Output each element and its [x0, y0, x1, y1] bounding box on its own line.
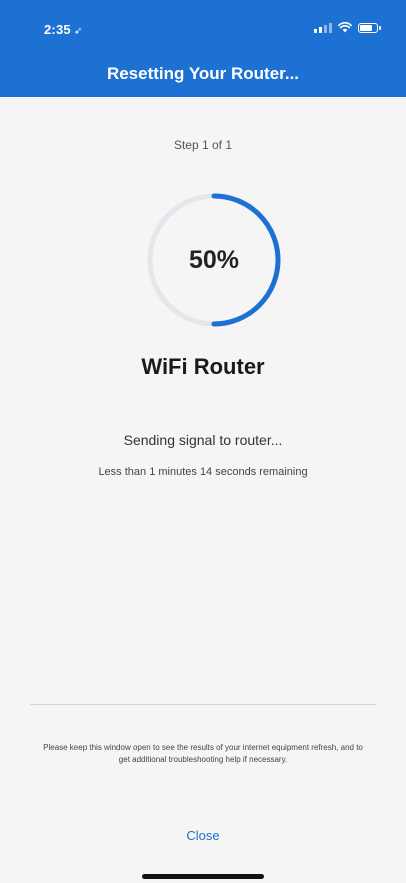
- signal-icon: [314, 22, 332, 33]
- status-bar-icons: [314, 22, 381, 33]
- step-indicator: Step 1 of 1: [173, 138, 233, 152]
- clock-text: 2:35: [44, 22, 71, 37]
- divider: [30, 704, 376, 705]
- battery-icon: [358, 22, 381, 33]
- status-message: Sending signal to router...: [123, 432, 283, 448]
- progress-percent-label: 50%: [188, 245, 240, 274]
- time-remaining: Less than 1 minutes 14 seconds remaining: [98, 466, 308, 478]
- home-indicator[interactable]: [142, 874, 264, 879]
- wifi-icon: [338, 22, 352, 33]
- page-title: Resetting Your Router...: [106, 64, 300, 83]
- reset-router-screen: 2:35 ➶ Resetting Your Router... Step 1 of…: [0, 0, 406, 883]
- footer-note: Please keep this window open to see the …: [43, 743, 363, 764]
- device-name: WiFi Router: [141, 354, 265, 379]
- status-bar-time: 2:35 ➶: [44, 22, 82, 37]
- app-header: 2:35 ➶ Resetting Your Router...: [0, 0, 406, 97]
- close-button[interactable]: Close: [163, 826, 243, 845]
- location-arrow-icon: ➶: [73, 26, 83, 37]
